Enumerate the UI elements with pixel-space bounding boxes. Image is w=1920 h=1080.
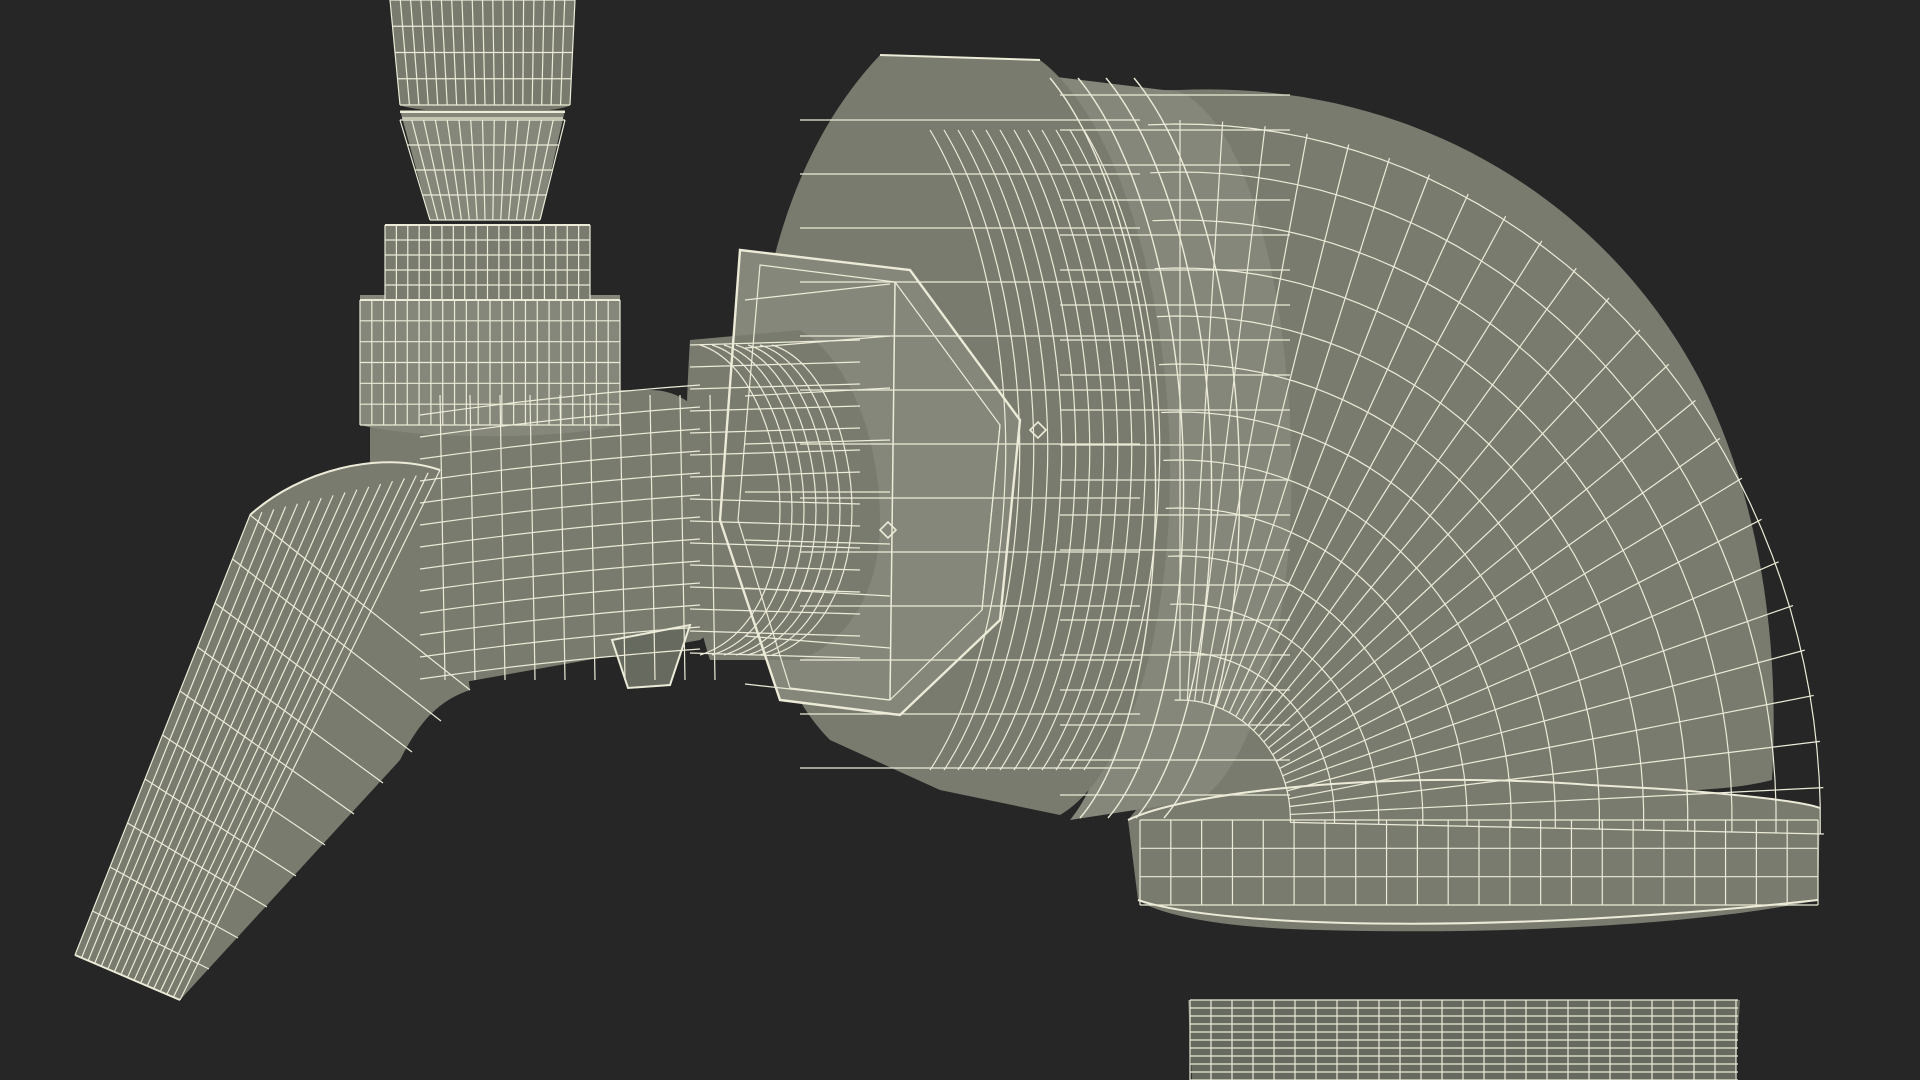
wireframe-render-viewport (0, 0, 1920, 1080)
faucet-elbow-wireframe-model (0, 0, 1920, 1080)
